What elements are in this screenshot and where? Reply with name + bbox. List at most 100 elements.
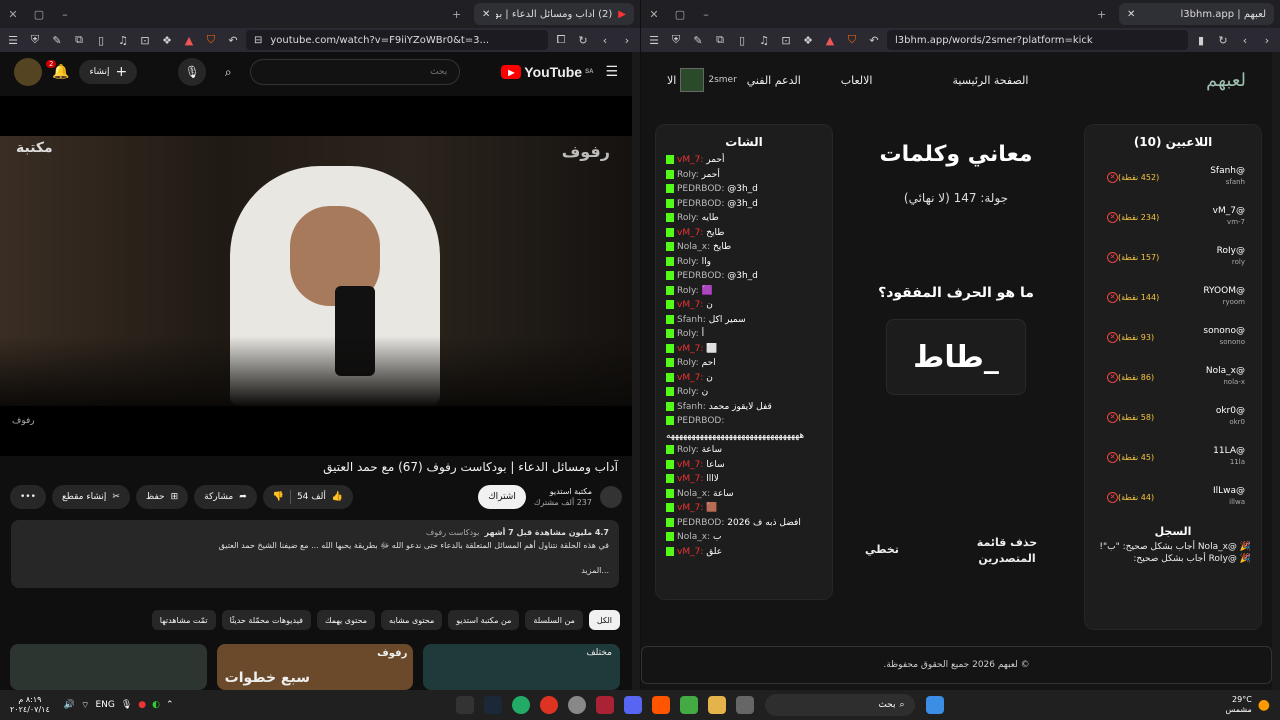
chip-similar[interactable]: محتوى مشابه [381, 610, 443, 630]
sun-icon[interactable]: ● [1258, 697, 1270, 713]
bookmark-icon[interactable]: ⧠ [552, 31, 570, 49]
capture-icon[interactable]: ⧉ [711, 31, 729, 49]
menu-icon[interactable]: ☰ [4, 31, 22, 49]
more-button[interactable]: ••• [10, 485, 46, 509]
volume-icon[interactable]: 🔊 [64, 700, 75, 710]
tab-close-icon[interactable]: ✕ [482, 9, 490, 20]
subscribe-button[interactable]: اشتراك [478, 485, 526, 509]
chip-recent[interactable]: فيديوهات محمّلة حديثًا [221, 610, 311, 630]
scrollbar[interactable] [632, 52, 640, 690]
address-bar[interactable]: ⊟ youtube.com/watch?v=F9iiYZoWBr0&t=3... [246, 30, 548, 50]
music-icon[interactable]: ♫ [755, 31, 773, 49]
network-icon[interactable]: ⌔ [81, 700, 89, 711]
screenshot-icon[interactable]: ⊡ [777, 31, 795, 49]
steam-icon[interactable] [483, 696, 502, 714]
reload-icon[interactable]: ↻ [574, 31, 592, 49]
like-icon[interactable]: 👍 [332, 492, 343, 502]
forward-icon[interactable]: › [618, 31, 636, 49]
app-tray-icon[interactable]: ◐ [152, 700, 160, 710]
brave-shield-icon[interactable]: ⛉ [843, 31, 861, 49]
new-tab-icon[interactable]: + [1097, 8, 1106, 21]
extensions-icon[interactable]: ❖ [158, 31, 176, 49]
address-bar[interactable]: l3bhm.app/words/2smer?platform=kick [887, 30, 1188, 50]
remove-player-icon[interactable]: ✕ [1107, 251, 1118, 263]
reload-icon[interactable]: ↻ [1214, 31, 1232, 49]
tab-close-icon[interactable]: ✕ [1127, 9, 1135, 20]
shield-icon[interactable]: ⛨ [667, 31, 685, 49]
search-input[interactable]: بحث [250, 59, 461, 85]
app-icon[interactable] [735, 696, 754, 714]
remove-player-icon[interactable]: ✕ [1107, 331, 1118, 343]
back-icon[interactable]: ‹ [596, 31, 614, 49]
maximize-icon[interactable]: ▢ [26, 8, 52, 21]
clock-date[interactable]: ٢٠٢٤/٠٧/١٤ [10, 705, 50, 715]
chip-channel[interactable]: من مكتبة استديو [448, 610, 520, 630]
brave-icon[interactable] [651, 696, 670, 714]
nav-games[interactable]: الالعاب [841, 74, 873, 87]
user-chip[interactable]: 2smer الا [667, 68, 737, 92]
mic-button[interactable]: 🎙 [178, 58, 207, 86]
extensions-icon[interactable]: ❖ [799, 31, 817, 49]
language-indicator[interactable]: ENG [95, 700, 114, 710]
remove-player-icon[interactable]: ✕ [1107, 411, 1118, 423]
remove-player-icon[interactable]: ✕ [1107, 451, 1118, 463]
nav-truncated[interactable]: الا [667, 74, 676, 87]
minimize-icon[interactable]: – [693, 8, 719, 21]
discord-icon[interactable] [623, 696, 642, 714]
remove-player-icon[interactable]: ✕ [1107, 171, 1118, 183]
chip-series[interactable]: من السلسلة [525, 610, 583, 630]
back-arrow-icon[interactable]: ↶ [865, 31, 883, 49]
share-button[interactable]: مشاركة ➦ [194, 485, 257, 509]
clock-time[interactable]: ٨:١٩ م [10, 695, 50, 705]
site-logo[interactable]: لعبهم [1206, 70, 1246, 91]
back-arrow-icon[interactable]: ↶ [224, 31, 242, 49]
tray-app-icon[interactable]: ● [138, 700, 146, 710]
back-icon[interactable]: ‹ [1236, 31, 1254, 49]
app-icon[interactable] [679, 696, 698, 714]
thumbnail[interactable] [10, 644, 207, 690]
taskbar-search[interactable]: بحث ⌕ [764, 694, 915, 716]
chrome-icon[interactable] [511, 696, 530, 714]
chip-watched[interactable]: تمّت مشاهدتها [151, 610, 216, 630]
screenshot-icon[interactable]: ⊡ [136, 31, 154, 49]
brave-shield-icon[interactable]: ⛉ [202, 31, 220, 49]
warning-icon[interactable]: ▲ [821, 31, 839, 49]
maximize-icon[interactable]: ▢ [667, 8, 693, 21]
warning-icon[interactable]: ▲ [180, 31, 198, 49]
hamburger-icon[interactable]: ☰ [605, 64, 618, 80]
description-box[interactable]: 4.7 مليون مشاهدة قبل 7 أشهر بودكاست رفوف… [11, 520, 619, 588]
reset-leaderboard-button[interactable]: حذف قائمة المتصدرين [967, 535, 1047, 567]
epic-games-icon[interactable] [455, 696, 474, 714]
youtube-logo[interactable]: ▶ YouTube SA [501, 64, 593, 80]
remove-player-icon[interactable]: ✕ [1107, 291, 1118, 303]
sidebar-icon[interactable]: ▯ [733, 31, 751, 49]
close-window-icon[interactable]: ✕ [0, 8, 26, 21]
chip-all[interactable]: الكل [588, 610, 620, 630]
forward-icon[interactable]: › [1258, 31, 1276, 49]
clip-button[interactable]: إنشاء مقطع ✂ [51, 485, 130, 509]
bookmark-icon[interactable]: ▮ [1192, 31, 1210, 49]
save-button[interactable]: حفظ ⊞ [135, 485, 189, 509]
app-icon[interactable] [595, 696, 614, 714]
windows-start-icon[interactable] [925, 696, 944, 714]
music-icon[interactable]: ♫ [114, 31, 132, 49]
thumbnail[interactable]: مختلف [423, 644, 621, 690]
minimize-icon[interactable]: – [52, 8, 78, 21]
app-icon[interactable] [539, 696, 558, 714]
more-link[interactable]: ...المزيد [21, 564, 609, 577]
create-button[interactable]: إنشاء + [79, 60, 138, 84]
scrollbar[interactable] [1272, 52, 1280, 690]
capture-icon[interactable]: ⧉ [70, 31, 88, 49]
puzzle-icon[interactable]: ✎ [48, 31, 66, 49]
search-button[interactable]: ⌕ [214, 58, 242, 86]
remove-player-icon[interactable]: ✕ [1107, 491, 1118, 503]
file-explorer-icon[interactable] [707, 696, 726, 714]
channel-name[interactable]: مكتبة استديو [534, 486, 592, 497]
tray-expand-icon[interactable]: ⌃ [166, 700, 174, 710]
menu-icon[interactable]: ☰ [645, 31, 663, 49]
thumbnail[interactable]: سبع خطوات رفوف [216, 644, 414, 690]
puzzle-icon[interactable]: ✎ [689, 31, 707, 49]
nav-home[interactable]: الصفحة الرئيسية [953, 74, 1029, 87]
github-icon[interactable] [567, 696, 586, 714]
chip-for-you[interactable]: محتوى يهمك [316, 610, 376, 630]
